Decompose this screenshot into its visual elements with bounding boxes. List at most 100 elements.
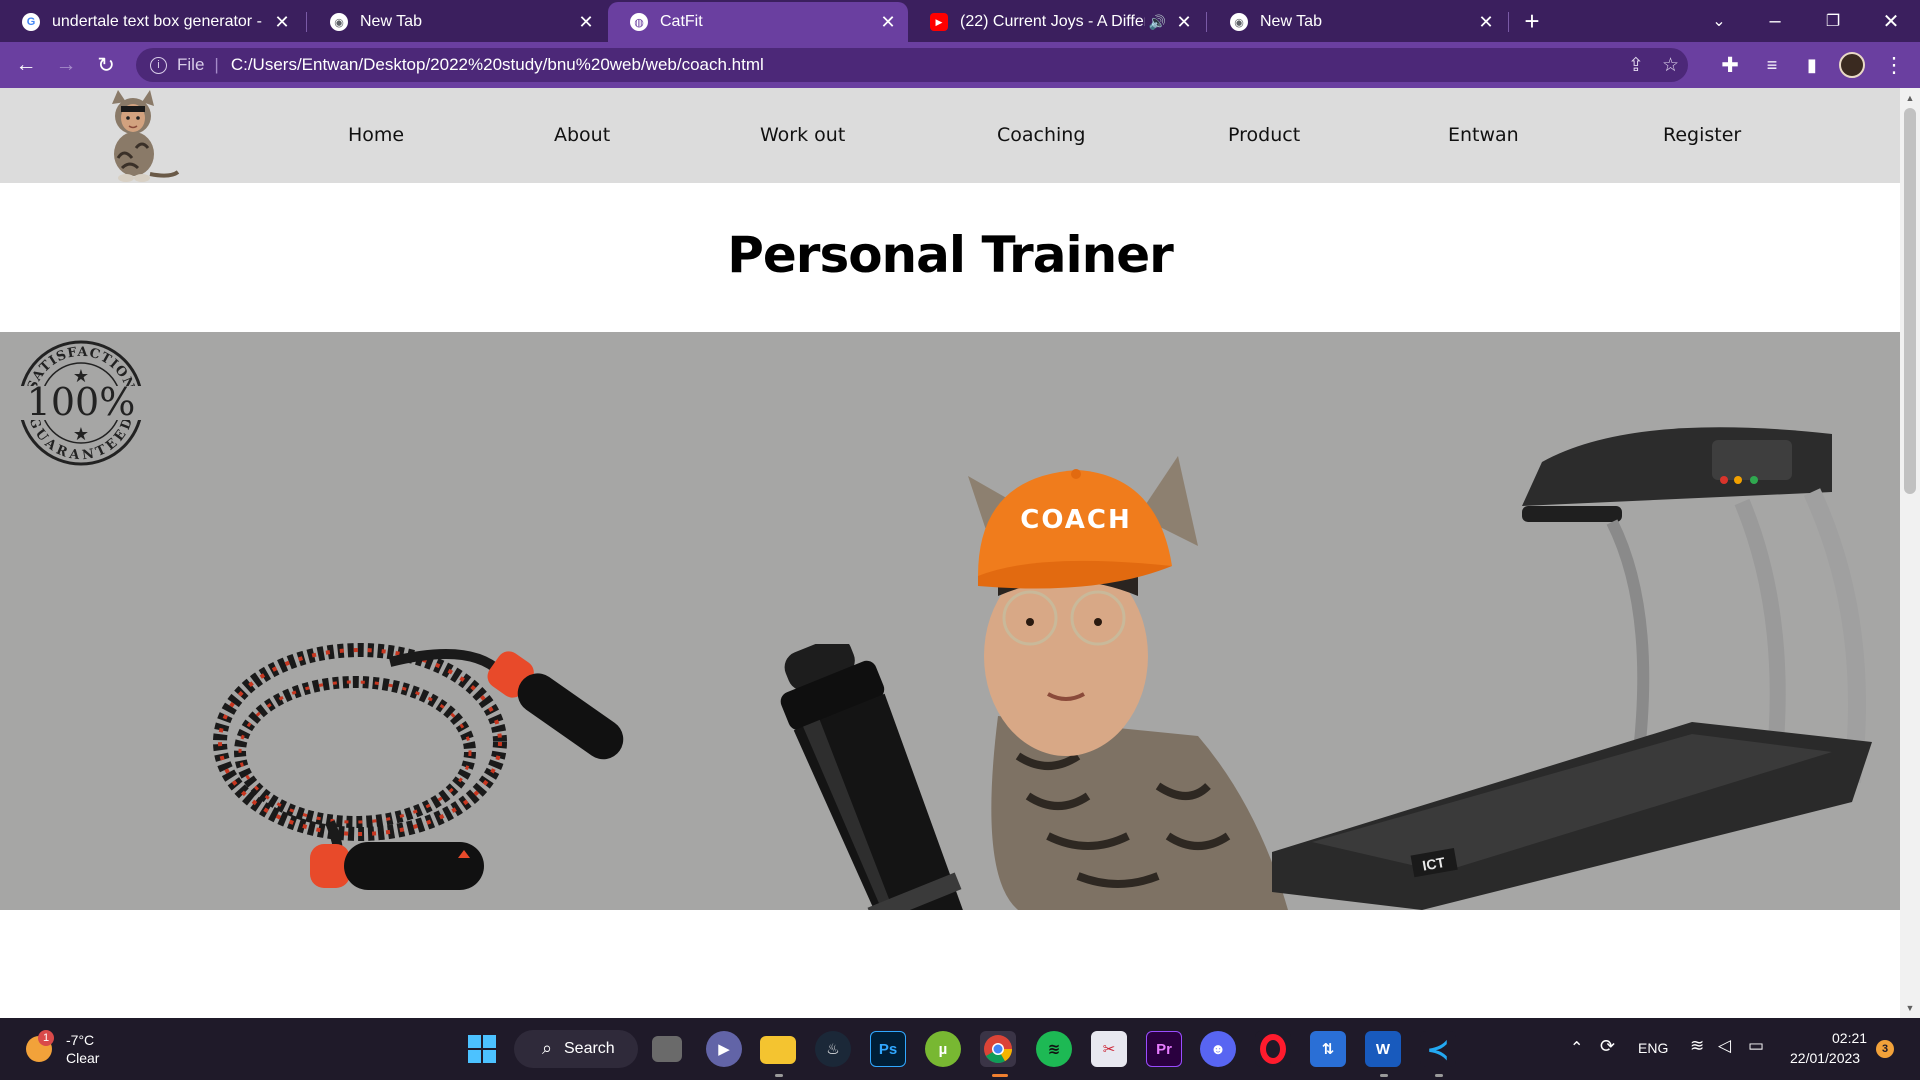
forward-button[interactable]: →: [50, 50, 82, 80]
sync-icon[interactable]: ⟳: [1600, 1036, 1615, 1057]
word-icon[interactable]: W: [1365, 1031, 1401, 1067]
nav-about[interactable]: About: [554, 124, 610, 146]
close-icon[interactable]: ✕: [1476, 12, 1496, 32]
weather-widget[interactable]: 1 -7°C Clear: [24, 1030, 144, 1070]
address-scheme: File: [177, 55, 205, 74]
scrollbar-thumb[interactable]: [1904, 108, 1916, 494]
scroll-up-arrow[interactable]: ▲: [1900, 90, 1920, 106]
tab-1[interactable]: ◉ New Tab ✕: [308, 2, 606, 42]
weather-condition: Clear: [66, 1050, 100, 1066]
clock-time[interactable]: 02:21: [1832, 1030, 1867, 1046]
badge-star-icon: ★: [73, 366, 89, 386]
page-scrollbar[interactable]: ▲ ▼: [1900, 88, 1920, 1018]
badge-center-text: 100%: [27, 380, 136, 424]
chrome-icon: ◉: [1230, 13, 1248, 31]
side-panel-icon[interactable]: ▮: [1796, 50, 1828, 80]
info-icon[interactable]: i: [150, 56, 167, 74]
tab-title: undertale text box generator - Go: [52, 13, 264, 30]
tab-separator: [1508, 12, 1509, 32]
site-navbar: Home About Work out Coaching Product Ent…: [0, 88, 1900, 183]
share-icon[interactable]: ⇪: [1628, 54, 1644, 77]
close-icon[interactable]: ✕: [576, 12, 596, 32]
search-icon: ⌕: [542, 1038, 553, 1058]
tab-3[interactable]: ▶ (22) Current Joys - A Differen 🔊 ✕: [908, 2, 1204, 42]
network-tool-icon[interactable]: ⇅: [1310, 1031, 1346, 1067]
close-icon[interactable]: ✕: [878, 12, 898, 32]
nav-entwan[interactable]: Entwan: [1448, 124, 1519, 146]
tab-2[interactable]: ◍ CatFit ✕: [608, 2, 908, 42]
new-tab-button[interactable]: +: [1515, 6, 1549, 36]
utorrent-icon[interactable]: µ: [925, 1031, 961, 1067]
search-label: Search: [564, 1040, 615, 1057]
profile-avatar[interactable]: [1836, 50, 1868, 80]
cap-text: COACH: [1020, 505, 1131, 535]
nav-register[interactable]: Register: [1663, 124, 1741, 146]
wifi-icon[interactable]: ≋: [1690, 1036, 1704, 1056]
steam-icon[interactable]: ♨: [815, 1031, 851, 1067]
minimize-button[interactable]: –: [1758, 6, 1792, 36]
battery-icon[interactable]: ▭: [1748, 1036, 1764, 1056]
notification-badge[interactable]: 3: [1876, 1040, 1894, 1058]
scroll-down-arrow[interactable]: ▼: [1900, 1000, 1920, 1016]
nav-home[interactable]: Home: [348, 124, 404, 146]
language-indicator[interactable]: ENG: [1638, 1040, 1668, 1056]
snipping-tool-icon[interactable]: ✂: [1091, 1031, 1127, 1067]
nav-work-out[interactable]: Work out: [760, 124, 845, 146]
vscode-icon[interactable]: ≺: [1420, 1031, 1456, 1067]
close-icon[interactable]: ✕: [272, 12, 292, 32]
nav-product[interactable]: Product: [1228, 124, 1300, 146]
google-icon: G: [22, 13, 40, 31]
youtube-icon: ▶: [930, 13, 948, 31]
badge-star-icon: ★: [73, 424, 89, 444]
tab-4[interactable]: ◉ New Tab ✕: [1208, 2, 1506, 42]
chrome-icon[interactable]: [980, 1031, 1016, 1067]
active-indicator: [992, 1074, 1008, 1077]
premiere-icon[interactable]: Pr: [1146, 1031, 1182, 1067]
tray-overflow-icon[interactable]: ⌃: [1570, 1038, 1583, 1058]
menu-icon[interactable]: ⋮: [1878, 50, 1910, 80]
page-viewport: Home About Work out Coaching Product Ent…: [0, 88, 1900, 1018]
coach-cat-image: COACH: [968, 456, 1288, 910]
nav-coaching[interactable]: Coaching: [997, 124, 1085, 146]
media-control-icon[interactable]: ≡: [1756, 50, 1788, 80]
tab-separator: [306, 12, 307, 32]
catfit-logo[interactable]: [98, 88, 184, 183]
back-button[interactable]: ←: [10, 50, 42, 80]
close-window-button[interactable]: ✕: [1874, 6, 1908, 36]
close-icon[interactable]: ✕: [1174, 12, 1194, 32]
weather-temp: -7°C: [66, 1032, 95, 1048]
clock-date[interactable]: 22/01/2023: [1790, 1050, 1860, 1066]
tab-strip: G undertale text box generator - Go ✕ ◉ …: [0, 0, 1920, 42]
taskbar-search[interactable]: ⌕ Search: [514, 1030, 638, 1068]
jump-rope-image: [213, 643, 624, 890]
address-divider: |: [214, 55, 219, 74]
opera-icon[interactable]: [1255, 1031, 1291, 1067]
browser-toolbar: ← → ↻ i File | C:/Users/Entwan/Desktop/2…: [0, 42, 1920, 88]
tab-search-button[interactable]: ⌄: [1702, 6, 1736, 36]
page-title: Personal Trainer: [727, 226, 1174, 284]
extensions-icon[interactable]: ✚: [1714, 50, 1746, 80]
discord-icon[interactable]: ☻: [1200, 1031, 1236, 1067]
folder-icon[interactable]: [760, 1036, 796, 1064]
tab-title: New Tab: [360, 13, 422, 30]
photoshop-icon[interactable]: Ps: [870, 1031, 906, 1067]
running-indicator: [775, 1074, 783, 1077]
address-bar[interactable]: i File | C:/Users/Entwan/Desktop/2022%20…: [136, 48, 1688, 82]
spotify-icon[interactable]: ≋: [1036, 1031, 1072, 1067]
teams-icon[interactable]: ▶: [706, 1031, 742, 1067]
restore-button[interactable]: ❐: [1816, 6, 1850, 36]
task-view-icon[interactable]: [652, 1036, 682, 1062]
reload-button[interactable]: ↻: [90, 50, 122, 80]
tab-0[interactable]: G undertale text box generator - Go ✕: [0, 2, 302, 42]
chrome-icon: ◉: [330, 13, 348, 31]
tab-title: (22) Current Joys - A Differen: [960, 13, 1145, 30]
bookmark-star-icon[interactable]: ☆: [1662, 54, 1679, 77]
hero-banner: SATISFACTION GUARANTEED 100% ★ ★ COACH I…: [0, 332, 1900, 910]
running-indicator: [1435, 1074, 1443, 1077]
windows-taskbar: 1 -7°C Clear ⌕ Search ▶ ♨ Ps µ ≋ ✂ Pr ☻ …: [0, 1018, 1920, 1080]
address-url[interactable]: C:/Users/Entwan/Desktop/2022%20study/bnu…: [231, 55, 764, 75]
volume-icon[interactable]: ◁: [1718, 1036, 1731, 1056]
satisfaction-guarantee-badge: SATISFACTION GUARANTEED 100% ★ ★: [18, 340, 144, 466]
speaker-icon[interactable]: 🔊: [1149, 14, 1166, 31]
windows-start-icon[interactable]: [464, 1031, 500, 1067]
